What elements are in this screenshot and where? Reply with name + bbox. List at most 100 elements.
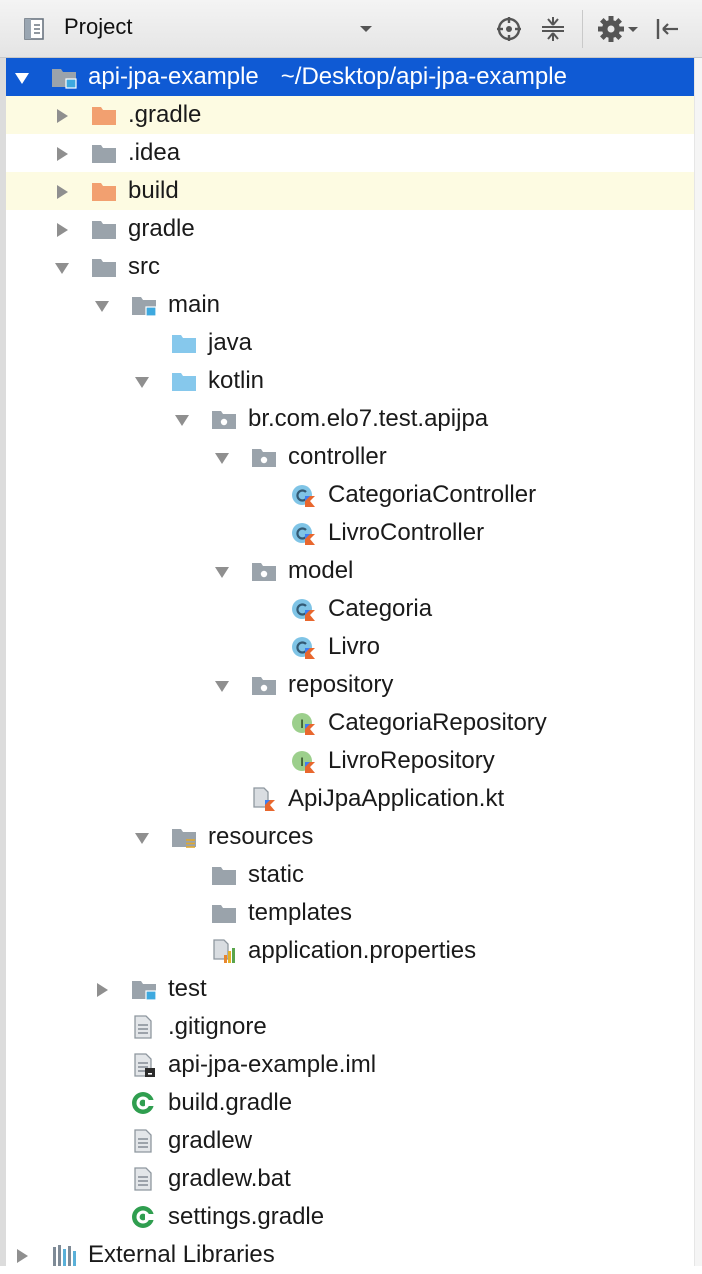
collapsed-arrow-icon[interactable] [14,1248,30,1264]
node-name: api-jpa-example.iml [168,1051,377,1078]
expanded-arrow-icon[interactable] [174,412,190,428]
hide-icon[interactable] [652,14,682,44]
tree-node-livrocontroller[interactable]: LivroController [6,514,694,552]
node-name: Categoria [328,595,433,622]
tree-node-livro[interactable]: Livro [6,628,694,666]
properties-file-icon [211,939,237,963]
node-name: gradlew [168,1127,253,1154]
node-name: ApiJpaApplication.kt [288,785,505,812]
node-name: .gitignore [168,1013,267,1040]
tree-node-test[interactable]: test [6,970,694,1008]
tree-node-settings-gradle[interactable]: settings.gradle [6,1198,694,1236]
tree-node-label: Categoria [328,594,432,624]
tree-node-gitignore[interactable]: .gitignore [6,1008,694,1046]
orange-folder-icon [91,103,117,127]
tree-node-label: gradle [128,214,195,244]
node-name: CategoriaController [328,481,537,508]
tree-node-templates[interactable]: templates [6,894,694,932]
tree-node-br-com-elo7-test-apijpa[interactable]: br.com.elo7.test.apijpa [6,400,694,438]
tree-node-idea[interactable]: .idea [6,134,694,172]
svg-text:I: I [300,755,303,769]
tree-node-model[interactable]: model [6,552,694,590]
collapsed-arrow-icon[interactable] [54,108,70,124]
collapsed-arrow-icon[interactable] [54,146,70,162]
gray-folder-icon [91,217,117,241]
node-name: LivroController [328,519,485,546]
collapse-all-icon[interactable] [538,14,568,44]
kotlin-class-icon [291,521,317,545]
tree-node-apijpaapplication-kt[interactable]: ApiJpaApplication.kt [6,780,694,818]
package-folder-icon [251,445,277,469]
tree-node-application-properties[interactable]: application.properties [6,932,694,970]
node-name: static [248,861,305,888]
tree-node-api-jpa-example[interactable]: api-jpa-example ~/Desktop/api-jpa-example [6,58,694,96]
expanded-arrow-icon[interactable] [94,298,110,314]
gradle-file-icon [131,1205,157,1229]
node-name: gradle [128,215,195,242]
node-name: api-jpa-example [88,63,259,90]
vertical-scrollbar[interactable] [694,58,702,1266]
tree-node-label: application.properties [248,936,476,966]
gray-folder-icon [211,901,237,925]
tree-node-label: gradlew [168,1126,252,1156]
node-name: build.gradle [168,1089,293,1116]
gray-folder-icon [91,141,117,165]
tree-node-label: resources [208,822,313,852]
tree-node-kotlin[interactable]: kotlin [6,362,694,400]
package-folder-icon [251,673,277,697]
expanded-arrow-icon[interactable] [14,70,30,86]
iml-file-icon [131,1053,157,1077]
tree-node-gradle[interactable]: .gradle [6,96,694,134]
tree-node-label: api-jpa-example ~/Desktop/api-jpa-example [88,62,567,92]
tree-node-resources[interactable]: resources [6,818,694,856]
expanded-arrow-icon[interactable] [54,260,70,276]
collapsed-arrow-icon[interactable] [94,982,110,998]
node-name: test [168,975,207,1002]
expanded-arrow-icon[interactable] [214,450,230,466]
tree-node-gradlew[interactable]: gradlew [6,1122,694,1160]
tree-node-src[interactable]: src [6,248,694,286]
tree-node-label: api-jpa-example.iml [168,1050,376,1080]
node-name: resources [208,823,314,850]
project-view-title[interactable]: Project [64,14,132,40]
node-name: controller [288,443,387,470]
tree-node-gradlew-bat[interactable]: gradlew.bat [6,1160,694,1198]
tree-node-build-gradle[interactable]: build.gradle [6,1084,694,1122]
text-file-icon [131,1167,157,1191]
tree-node-label: LivroController [328,518,484,548]
tree-node-categoria[interactable]: Categoria [6,590,694,628]
resources-folder-icon [171,825,197,849]
collapsed-arrow-icon[interactable] [54,184,70,200]
tree-node-static[interactable]: static [6,856,694,894]
gray-folder-icon [91,255,117,279]
expanded-arrow-icon[interactable] [134,374,150,390]
node-name: Livro [328,633,381,660]
expanded-arrow-icon[interactable] [134,830,150,846]
tree-node-build[interactable]: build [6,172,694,210]
tree-node-api-jpa-example-iml[interactable]: api-jpa-example.iml [6,1046,694,1084]
chevron-down-icon[interactable] [358,22,374,34]
gradle-file-icon [131,1091,157,1115]
module-folder-icon [131,293,157,317]
tree-node-gradle[interactable]: gradle [6,210,694,248]
tree-node-categoriarepository[interactable]: I CategoriaRepository [6,704,694,742]
expanded-arrow-icon[interactable] [214,678,230,694]
tree-node-categoriacontroller[interactable]: CategoriaController [6,476,694,514]
tree-node-main[interactable]: main [6,286,694,324]
collapsed-arrow-icon[interactable] [54,222,70,238]
tree-node-label: gradlew.bat [168,1164,291,1194]
node-name: templates [248,899,353,926]
gear-icon[interactable] [596,14,642,44]
locate-icon[interactable] [494,14,524,44]
tree-node-label: test [168,974,207,1004]
package-folder-icon [211,407,237,431]
tree-node-external-libraries[interactable]: External Libraries [6,1236,694,1274]
project-view-icon [24,18,44,40]
tree-node-repository[interactable]: repository [6,666,694,704]
expanded-arrow-icon[interactable] [214,564,230,580]
tree-node-controller[interactable]: controller [6,438,694,476]
tree-node-java[interactable]: java [6,324,694,362]
project-toolbar: Project [0,0,702,58]
tree-node-livrorepository[interactable]: I LivroRepository [6,742,694,780]
tree-node-label: .idea [128,138,180,168]
